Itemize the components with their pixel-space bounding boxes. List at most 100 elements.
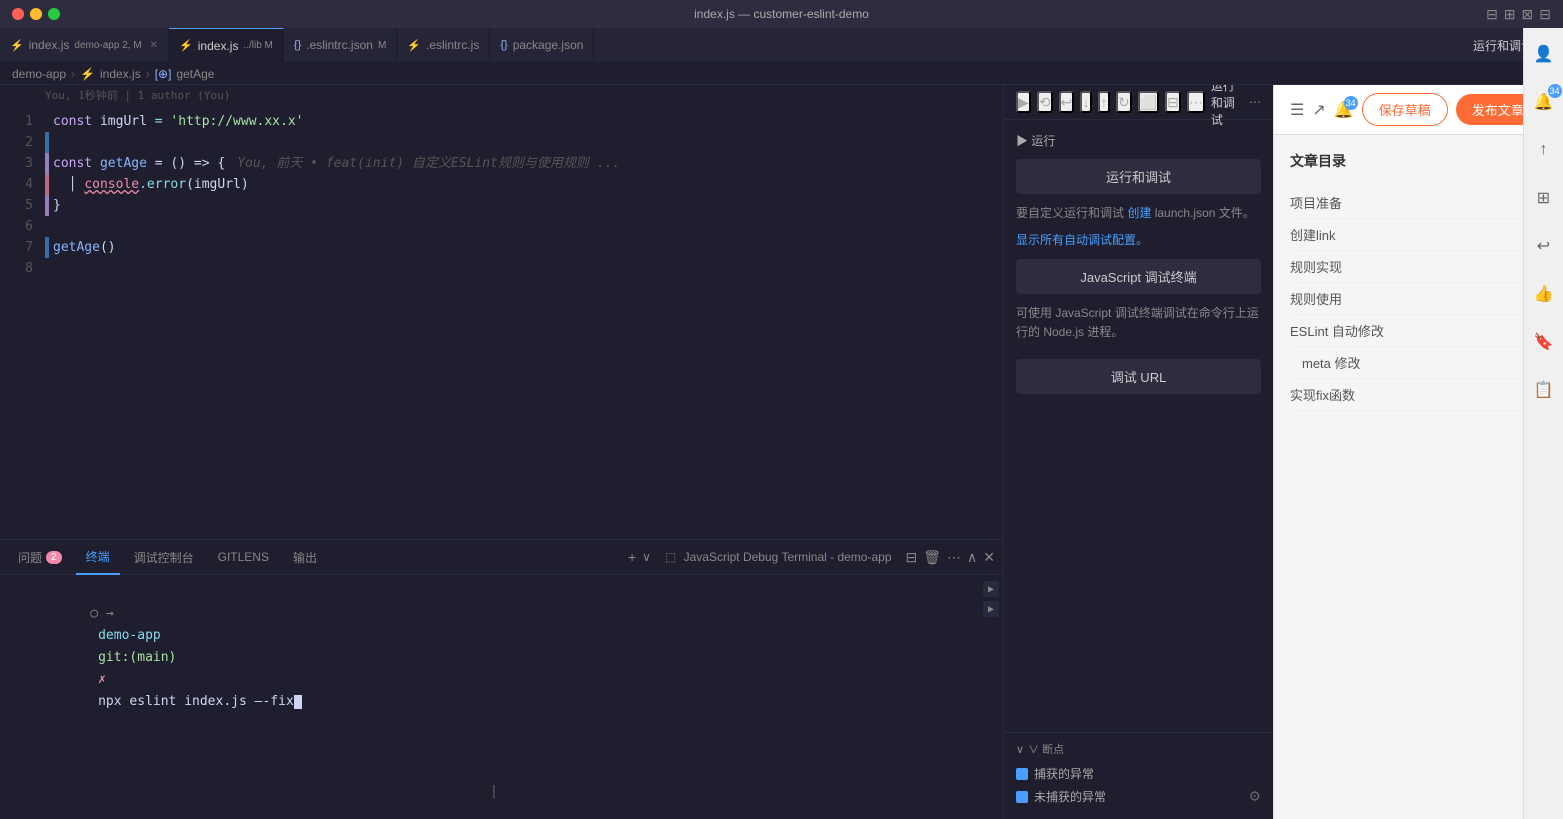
- terminal-name: JavaScript Debug Terminal - demo-app: [684, 550, 892, 564]
- toc-item-rule-impl[interactable]: 规则实现: [1290, 251, 1547, 283]
- add-terminal-icon[interactable]: +: [628, 549, 636, 565]
- step-into-button[interactable]: ↓: [1080, 91, 1092, 113]
- sidebar-toggle-icon[interactable]: ⊟: [1486, 6, 1498, 23]
- tab-bar: ⚡ index.js demo-app 2, M ✕ ⚡ index.js ..…: [0, 28, 1563, 63]
- bp-uncaught-checkbox[interactable]: [1016, 791, 1028, 803]
- debug-url-button[interactable]: 调试 URL: [1016, 359, 1261, 394]
- main-content: You, 1秒钟前 | 1 author (You) 1 2 3 4 5 6 7…: [0, 85, 1563, 819]
- close-panel-icon[interactable]: ✕: [983, 549, 995, 566]
- tab-label: .eslintrc.json: [306, 38, 373, 52]
- tab-package-json[interactable]: {} package.json: [490, 28, 594, 63]
- gear-icon[interactable]: ⚙: [1248, 788, 1261, 805]
- debug-header: ▶ ⟲ ↩ ↓ ↑ ↻ ⬜ ⊟ ⋯ 运行和调试 ⋯: [1004, 85, 1273, 120]
- tab-label: .eslintrc.js: [426, 38, 479, 52]
- tab-label: index.js: [198, 39, 239, 53]
- bp-uncaught-label: 未捕获的异常: [1034, 788, 1106, 805]
- tab-label: package.json: [513, 38, 584, 52]
- sidebar-badge: 34: [1548, 85, 1562, 98]
- more-icon[interactable]: ⋯: [947, 549, 961, 566]
- terminal-area[interactable]: ▶ ▶ ○ → demo-app git:(main) ✗ npx eslint…: [0, 575, 1003, 819]
- split-terminal-icon[interactable]: ⊟: [906, 549, 918, 566]
- tab-output[interactable]: 输出: [283, 540, 327, 575]
- tab-close-icon[interactable]: ✕: [150, 40, 158, 51]
- list-icon[interactable]: ☰: [1290, 100, 1304, 120]
- js-debug-terminal-button[interactable]: JavaScript 调试终端: [1016, 259, 1261, 294]
- step-out-button[interactable]: ↑: [1098, 91, 1110, 113]
- tab-badge: M: [378, 40, 386, 51]
- close-button[interactable]: [12, 8, 24, 20]
- layout-icon[interactable]: ⊞: [1530, 184, 1558, 212]
- bottom-panel: 问题 2 终端 调试控制台 GITLENS 输出 + ∨: [0, 539, 1003, 819]
- run-debug-button[interactable]: 运行和调试: [1016, 159, 1261, 194]
- panel-toggle-icon[interactable]: ⊞: [1504, 6, 1516, 23]
- breakpoints-header[interactable]: ∨ ∨ 断点: [1016, 741, 1261, 757]
- window-title: index.js — customer-eslint-demo: [694, 7, 869, 21]
- code-editor[interactable]: 1 2 3 4 5 6 7 8 const imgUrl = 'http: [0, 103, 1003, 539]
- breadcrumb-symbol[interactable]: getAge: [176, 67, 214, 81]
- minimize-button[interactable]: [30, 8, 42, 20]
- step-back-button[interactable]: ↩: [1059, 91, 1075, 113]
- editor-layout-icon[interactable]: ⊠: [1522, 6, 1534, 23]
- right-panel: ☰ ↗ 🔔 34 保存草稿 发布文章 文章目录 项目准备 创建link 规则实现…: [1273, 85, 1563, 819]
- customize-layout-icon[interactable]: ⊟: [1539, 6, 1551, 23]
- show-all-configs-link[interactable]: 显示所有自动调试配置。: [1016, 233, 1148, 247]
- notifications-icon[interactable]: 🔔 34: [1334, 100, 1354, 120]
- share-icon[interactable]: ↗: [1312, 100, 1325, 120]
- debug-more-icon[interactable]: ⋯: [1249, 95, 1261, 109]
- tab-gitlens[interactable]: GITLENS: [208, 540, 279, 575]
- maximize-button[interactable]: [48, 8, 60, 20]
- maximize-panel-icon[interactable]: ∧: [967, 549, 977, 566]
- tab-badge: ../lib M: [243, 40, 272, 51]
- code-line: const imgUrl = 'http://www.xx.x': [49, 111, 1003, 132]
- thumbs-up-icon[interactable]: 👍: [1530, 280, 1558, 308]
- step-over-button[interactable]: ⟲: [1037, 91, 1053, 113]
- tab-eslintrc-js[interactable]: ⚡ .eslintrc.js: [397, 28, 490, 63]
- publish-icon[interactable]: ↑: [1530, 136, 1558, 164]
- tab-icon: ⚡: [407, 39, 421, 52]
- toc-item-create-link[interactable]: 创建link: [1290, 219, 1547, 251]
- tab-debug-console[interactable]: 调试控制台: [124, 540, 204, 575]
- toc-item-fix-fn[interactable]: 实现fix函数: [1290, 379, 1547, 411]
- stop-button[interactable]: ⬜: [1138, 91, 1159, 113]
- split-view-button[interactable]: ⊟: [1165, 91, 1181, 113]
- git-blame: You, 1秒钟前 | 1 author (You): [0, 85, 1003, 103]
- toc-item-meta[interactable]: meta 修改: [1290, 347, 1547, 379]
- bp-caught-checkbox[interactable]: [1016, 768, 1028, 780]
- breakpoints-section: ∨ ∨ 断点 捕获的异常 未捕获的异常 ⚙: [1004, 732, 1273, 819]
- create-launch-link[interactable]: 创建: [1127, 206, 1151, 220]
- run-button[interactable]: ▶: [1016, 91, 1031, 113]
- tab-terminal[interactable]: 终端: [76, 540, 120, 575]
- breadcrumb-file[interactable]: index.js: [100, 67, 141, 81]
- tab-eslintrc-json[interactable]: {} .eslintrc.json M: [284, 28, 397, 63]
- cursor-position: |: [490, 784, 498, 799]
- scroll-up-icon[interactable]: ▶: [983, 581, 999, 597]
- js-debug-desc: 可使用 JavaScript 调试终端调试在命令行上运行的 Node.js 进程…: [1016, 304, 1261, 342]
- restart-button[interactable]: ↻: [1116, 91, 1132, 113]
- breadcrumb-root[interactable]: demo-app: [12, 67, 66, 81]
- terminal-actions: + ∨ ⬚ JavaScript Debug Terminal - demo-a…: [628, 549, 995, 566]
- right-panel-header: ☰ ↗ 🔔 34 保存草稿 发布文章: [1274, 85, 1563, 135]
- code-line: [49, 216, 1003, 237]
- toc-item-project-prep[interactable]: 项目准备: [1290, 187, 1547, 219]
- tab-index-js-demo[interactable]: ⚡ index.js demo-app 2, M ✕: [0, 28, 169, 63]
- toc-item-rule-use[interactable]: 规则使用: [1290, 283, 1547, 315]
- notifications-sidebar-icon[interactable]: 🔔 34: [1530, 88, 1558, 116]
- breadcrumb-file-icon: ⚡: [80, 67, 95, 81]
- more-debug-button[interactable]: ⋯: [1187, 91, 1205, 113]
- breadcrumb: demo-app › ⚡ index.js › [⊕] getAge: [0, 63, 1563, 85]
- code-line: }: [49, 195, 1003, 216]
- breadcrumb-symbol-icon: [⊕]: [155, 67, 172, 81]
- tab-problems[interactable]: 问题 2: [8, 540, 72, 575]
- history-icon[interactable]: ↩: [1530, 232, 1558, 260]
- trash-icon[interactable]: 🗑: [923, 549, 941, 566]
- code-line: getAge(): [49, 237, 1003, 258]
- toc-item-eslint-auto[interactable]: ESLint 自动修改: [1290, 315, 1547, 347]
- bookmark-icon[interactable]: 🔖: [1530, 328, 1558, 356]
- save-draft-button[interactable]: 保存草稿: [1362, 93, 1448, 126]
- scroll-down-icon[interactable]: ▶: [983, 601, 999, 617]
- breakpoints-chevron: ∨: [1016, 743, 1024, 756]
- terminal-scroll-controls[interactable]: ▶ ▶: [983, 581, 999, 617]
- tab-index-js-lib[interactable]: ⚡ index.js ../lib M: [169, 28, 284, 63]
- copy-icon[interactable]: 📋: [1530, 376, 1558, 404]
- expand-terminal-icon[interactable]: ∨: [642, 550, 651, 564]
